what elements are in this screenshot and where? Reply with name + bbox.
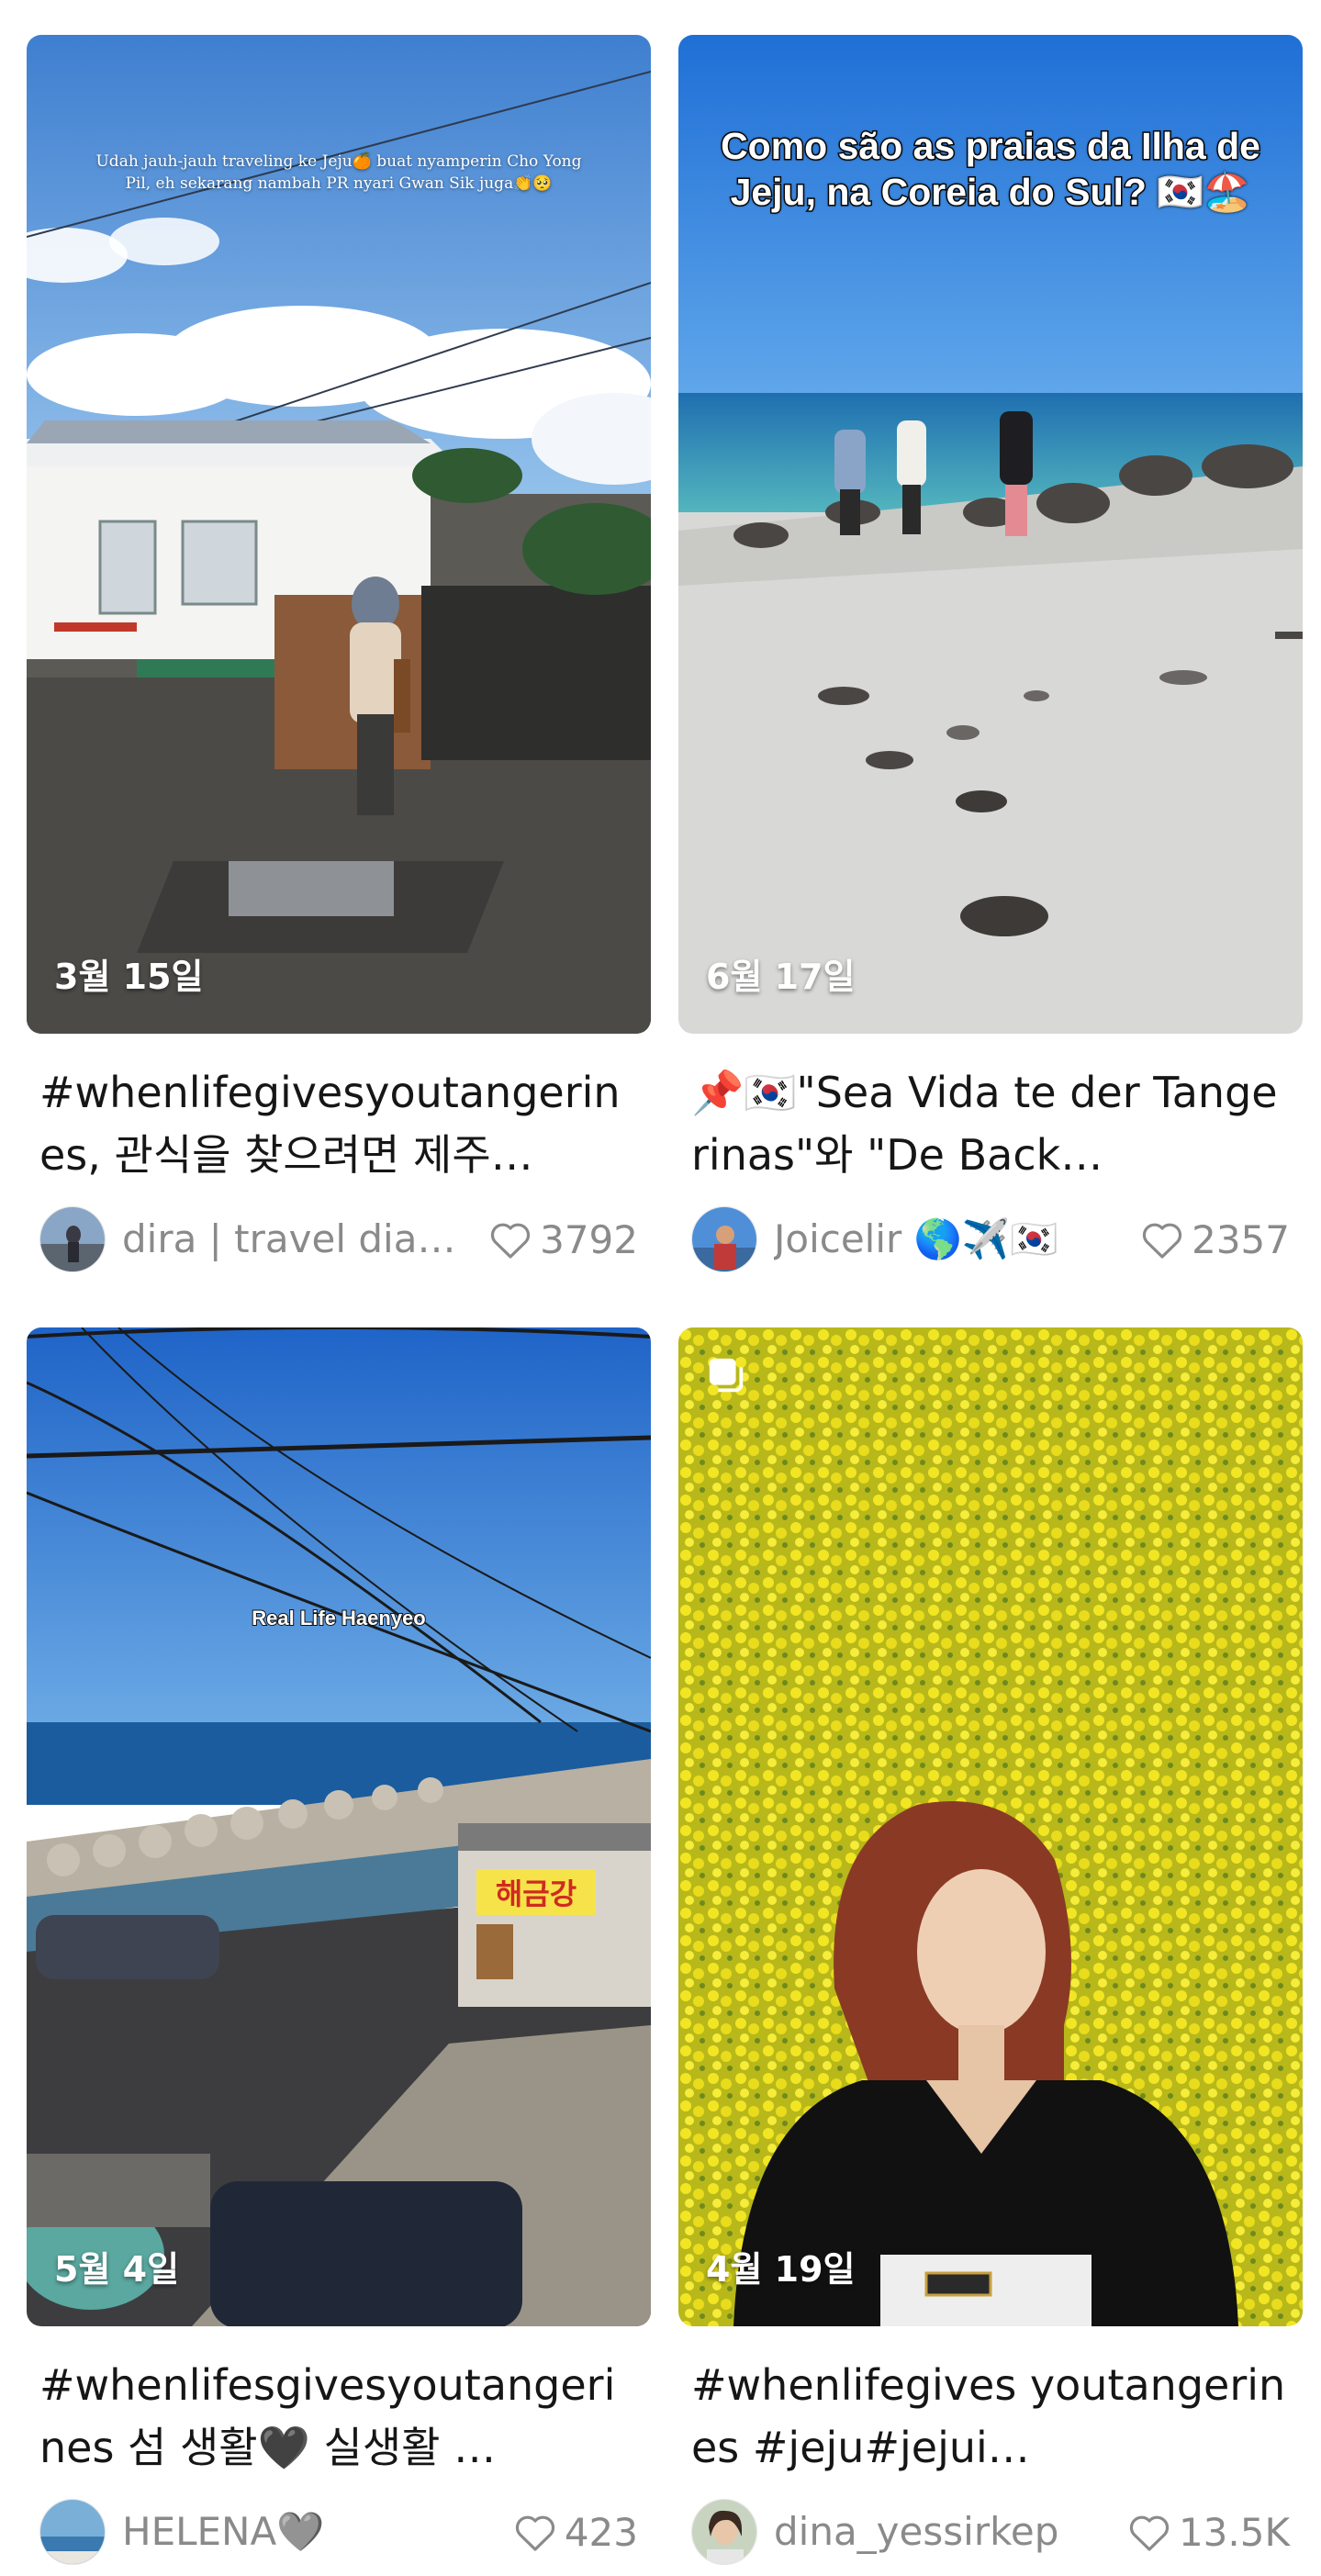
video-title[interactable]: 📌🇰🇷"Sea Vida te der Tangerinas"와 "De Bac… [678,1061,1303,1186]
heart-outline-icon [490,1223,531,1259]
video-card[interactable]: Udah jauh-jauh traveling ke Jeju🍊 buat n… [27,35,651,1272]
video-title[interactable]: #whenlifegivesyoutangerines, 관식을 찾으려면 제주… [27,1061,651,1186]
author-name[interactable]: dina_yessirkep [774,2506,1132,2558]
video-meta: Joicelir 🌎✈️🇰🇷 2357 [678,1197,1303,1272]
like-button[interactable]: 2357 [1140,1214,1290,1265]
avatar[interactable] [39,2499,106,2565]
video-thumbnail[interactable]: Udah jauh-jauh traveling ke Jeju🍊 buat n… [27,35,651,1034]
video-caption-overlay: Como são as praias da Ilha de Jeju, na C… [720,124,1262,215]
thumbnail-image [27,1327,651,2326]
video-title[interactable]: #whenlifesgivesyoutangerines 섬 생활🖤 실생활 … [27,2354,651,2479]
video-caption-overlay: Real Life Haenyeo [251,1606,427,1630]
like-button[interactable]: 13.5K [1127,2506,1290,2558]
heart-outline-icon [515,2515,554,2551]
author-name[interactable]: Joicelir 🌎✈️🇰🇷 [774,1214,1132,1265]
post-date: 3월 15일 [54,957,204,997]
author-name[interactable]: dira | travel dia… [122,1214,480,1265]
post-date: 5월 4일 [54,2249,180,2290]
like-count: 2357 [1192,1216,1290,1262]
video-caption-overlay: Udah jauh-jauh traveling ke Jeju🍊 buat n… [95,152,582,193]
video-title[interactable]: #whenlifegives youtangerines #jeju#jejui… [678,2354,1303,2479]
like-button[interactable]: 423 [513,2506,638,2558]
avatar[interactable] [691,2499,757,2565]
multi-photo-icon [709,1358,744,1393]
video-thumbnail[interactable]: 4월 19일 [678,1327,1303,2326]
heart-outline-icon [1129,2515,1170,2551]
heart-outline-icon [1142,1223,1182,1259]
post-date: 4월 19일 [706,2249,856,2290]
video-card[interactable]: Como são as praias da Ilha de Jeju, na C… [678,35,1303,1272]
thumbnail-image [678,1327,1303,2326]
video-card[interactable]: 4월 19일 #whenlifegives youtangerines #jej… [678,1327,1303,2565]
author-name[interactable]: HELENA🩶 [122,2506,480,2558]
post-date: 6월 17일 [706,957,856,997]
like-count: 423 [564,2509,638,2555]
video-meta: dina_yessirkep 13.5K [678,2490,1303,2565]
video-grid: Udah jauh-jauh traveling ke Jeju🍊 buat n… [0,0,1321,2576]
avatar[interactable] [691,1206,757,1272]
video-card[interactable]: Real Life Haenyeo 해금강 5월 4일 #whenlifesgi… [27,1327,651,2565]
like-button[interactable]: 3792 [488,1214,638,1265]
video-meta: HELENA🩶 423 [27,2490,651,2565]
video-thumbnail[interactable]: Como são as praias da Ilha de Jeju, na C… [678,35,1303,1034]
like-count: 3792 [540,1216,638,1262]
shop-sign: 해금강 [495,1876,577,1911]
avatar[interactable] [39,1206,106,1272]
video-thumbnail[interactable]: Real Life Haenyeo 해금강 5월 4일 [27,1327,651,2326]
video-meta: dira | travel dia… 3792 [27,1197,651,1272]
like-count: 13.5K [1178,2509,1290,2555]
